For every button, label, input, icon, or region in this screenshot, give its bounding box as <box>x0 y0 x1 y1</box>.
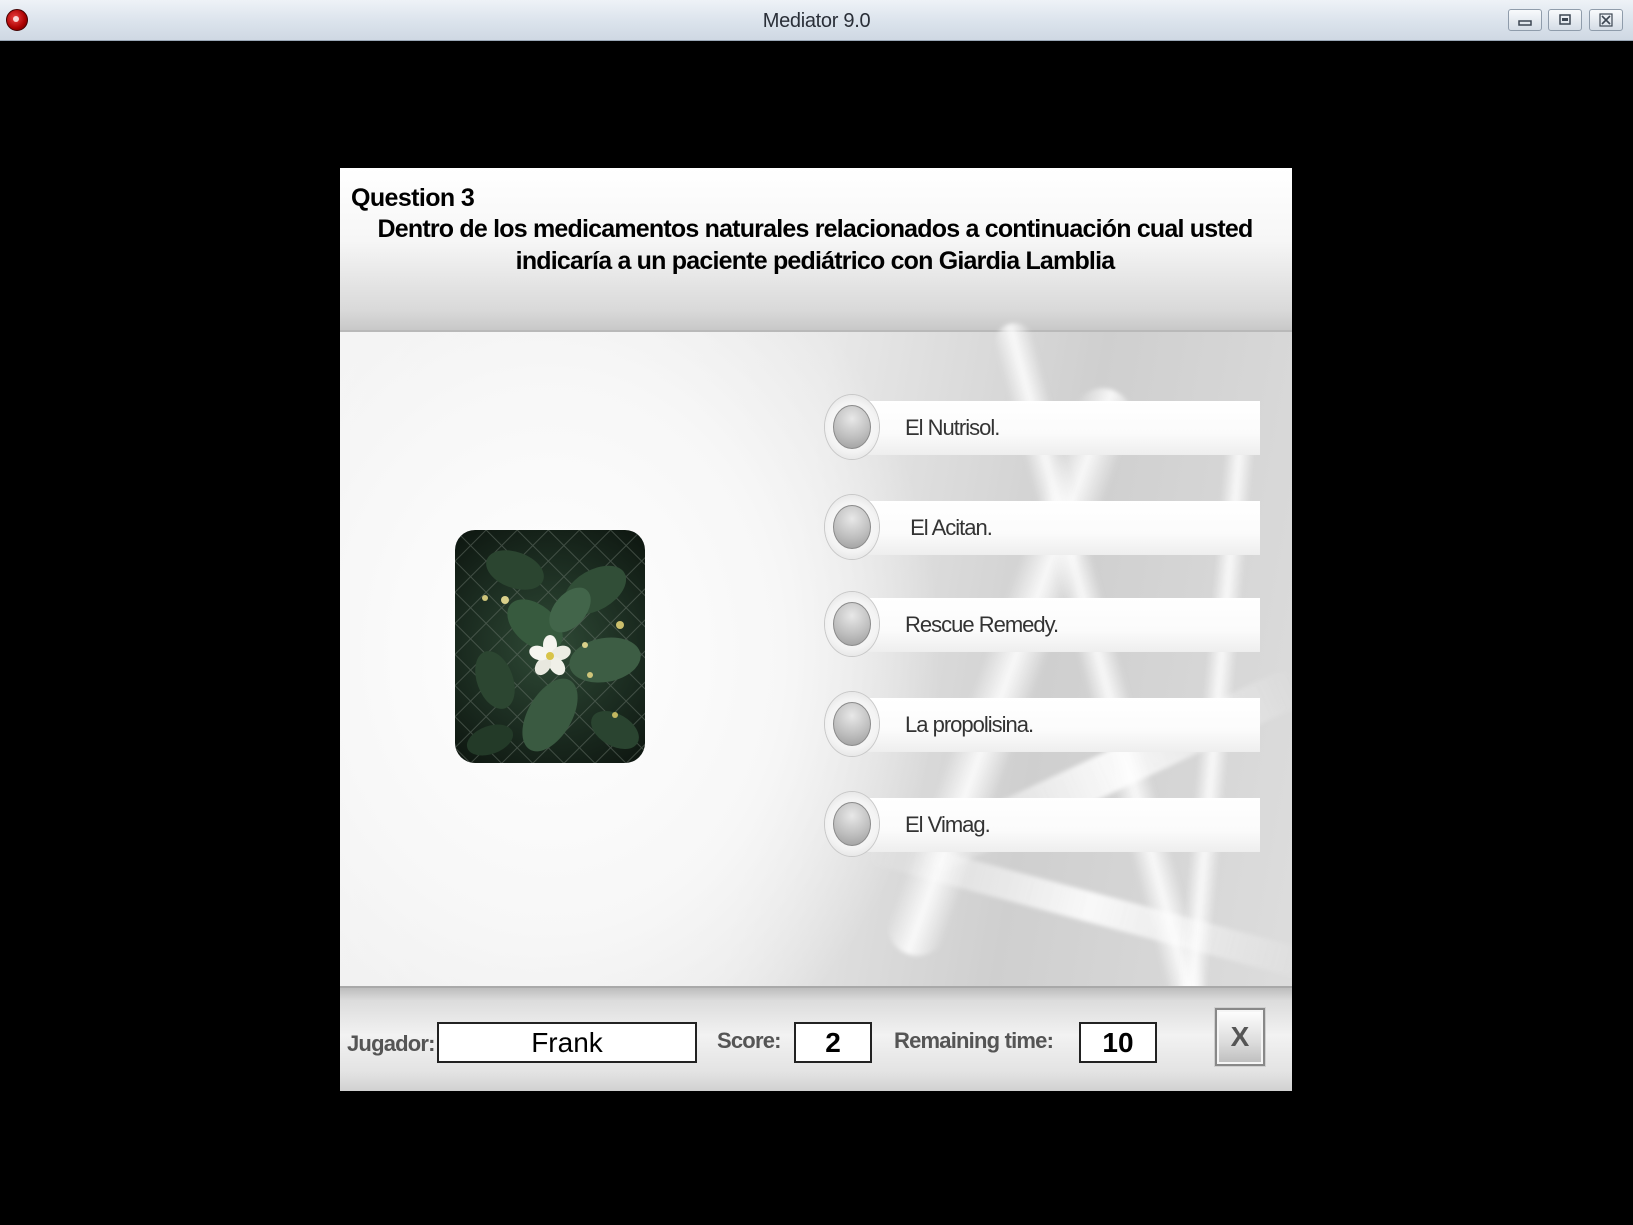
answer-label-4[interactable]: La propolisina. <box>905 692 1034 758</box>
status-footer: Jugador: Frank Score: 2 Remaining time: … <box>340 986 1292 1091</box>
remaining-time-field: 10 <box>1079 1022 1157 1063</box>
answer-option-2[interactable]: El Acitan. <box>825 495 1275 561</box>
question-header: Question 3 Dentro de los medicamentos na… <box>340 168 1292 332</box>
answer-option-4[interactable]: La propolisina. <box>825 692 1275 758</box>
close-button[interactable] <box>1589 9 1623 31</box>
question-number: Question 3 <box>351 184 475 212</box>
answer-radio-3[interactable] <box>825 592 879 656</box>
answer-radio-2[interactable] <box>825 495 879 559</box>
score-field: 2 <box>794 1022 872 1063</box>
window-title: Mediator 9.0 <box>762 10 871 32</box>
answer-option-1[interactable]: El Nutrisol. <box>825 395 1275 461</box>
plant-image <box>455 530 645 763</box>
quit-game-button[interactable]: X <box>1215 1008 1265 1066</box>
answer-option-3[interactable]: Rescue Remedy. <box>825 592 1275 658</box>
minimize-icon <box>1518 20 1532 26</box>
answer-label-1[interactable]: El Nutrisol. <box>905 395 1000 461</box>
maximize-icon <box>1559 14 1571 25</box>
close-icon <box>1599 13 1613 27</box>
answer-radio-1[interactable] <box>825 395 879 459</box>
minimize-button[interactable] <box>1508 9 1542 31</box>
answer-label-2[interactable]: El Acitan. <box>905 495 993 561</box>
answer-radio-5[interactable] <box>825 792 879 856</box>
remaining-time-label: Remaining time: <box>894 1028 1054 1053</box>
score-label: Score: <box>717 1028 781 1053</box>
answer-label-5[interactable]: El Vimag. <box>905 792 991 858</box>
answer-option-5[interactable]: El Vimag. <box>825 792 1275 858</box>
answer-radio-4[interactable] <box>825 692 879 756</box>
plant-photo <box>455 530 645 763</box>
title-bar[interactable]: Mediator 9.0 <box>0 0 1633 41</box>
question-text: Dentro de los medicamentos naturales rel… <box>377 215 1254 275</box>
app-window: Mediator 9.0 Question 3 Dentro de los me… <box>0 0 1633 1225</box>
player-label: Jugador: <box>347 1031 436 1056</box>
maximize-button[interactable] <box>1548 9 1582 31</box>
player-name-field: Frank <box>437 1022 697 1063</box>
answer-label-3[interactable]: Rescue Remedy. <box>905 592 1059 658</box>
quiz-panel: Question 3 Dentro de los medicamentos na… <box>340 168 1292 1091</box>
